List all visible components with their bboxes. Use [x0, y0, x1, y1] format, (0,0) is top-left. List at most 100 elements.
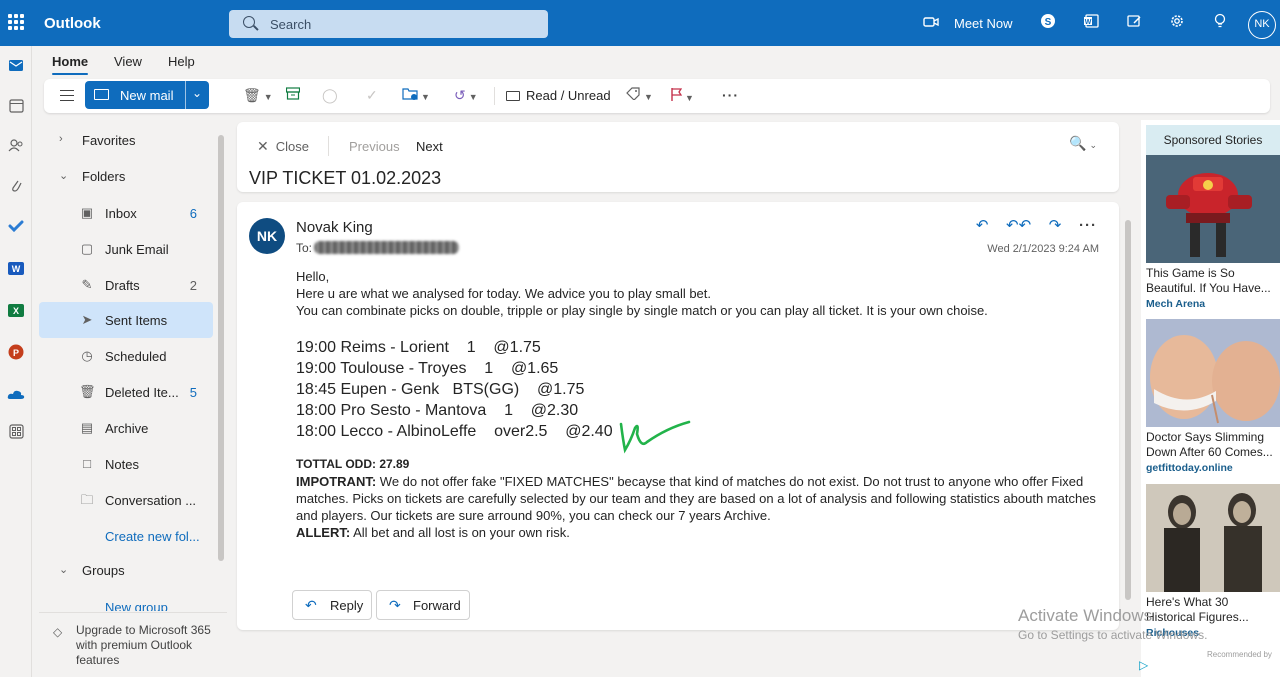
- favorites-label: Favorites: [82, 133, 136, 148]
- move-to-folder-icon[interactable]: ▼: [402, 87, 430, 105]
- watermark-line1: Activate Windows: [1018, 606, 1153, 625]
- forward-button[interactable]: ↷ Forward: [376, 590, 470, 620]
- word-icon[interactable]: W: [1081, 13, 1101, 33]
- next-button[interactable]: Next: [416, 139, 443, 154]
- more-options-icon[interactable]: ···: [1079, 217, 1097, 234]
- skype-icon[interactable]: S: [1038, 13, 1058, 33]
- mail-icon[interactable]: [6, 58, 26, 78]
- allert-paragraph: ALLERT: All bet and all lost is on your …: [296, 524, 1096, 541]
- folder-label: Sent Items: [105, 313, 168, 328]
- folder-junk-email[interactable]: ▢ Junk Email: [39, 231, 213, 267]
- ad-item[interactable]: This Game is So Beautiful. If You Have..…: [1146, 155, 1280, 310]
- folder-sent-items[interactable]: ➤ Sent Items: [39, 302, 213, 338]
- folder-archive[interactable]: ▤ Archive: [39, 410, 213, 446]
- user-avatar[interactable]: NK: [1248, 11, 1276, 39]
- todo-check-icon[interactable]: [6, 219, 26, 239]
- forward-icon[interactable]: ↷: [1049, 216, 1062, 234]
- notes-edit-icon[interactable]: [1124, 13, 1144, 33]
- sender-name[interactable]: Novak King: [296, 219, 373, 236]
- sender-avatar[interactable]: NK: [249, 218, 285, 254]
- gear-icon[interactable]: [1167, 13, 1187, 33]
- upgrade-banner[interactable]: ◇ Upgrade to Microsoft 365 with premium …: [39, 612, 227, 677]
- unread-count: 6: [189, 206, 197, 221]
- folder-notes[interactable]: □ Notes: [39, 446, 213, 482]
- new-group-link[interactable]: New group: [39, 589, 213, 611]
- new-mail-button[interactable]: New mail ⌄: [85, 81, 209, 109]
- shield-icon[interactable]: ◯: [322, 87, 338, 103]
- people-icon[interactable]: [6, 138, 26, 158]
- svg-text:P: P: [13, 348, 19, 358]
- app-title[interactable]: Outlook: [44, 15, 101, 32]
- word-app-icon[interactable]: W: [6, 260, 26, 280]
- forward-label: Forward: [413, 598, 461, 613]
- folder-label: Drafts: [105, 278, 140, 293]
- onedrive-icon[interactable]: [6, 386, 26, 406]
- adchoices-icon[interactable]: ▷: [1139, 658, 1148, 672]
- powerpoint-app-icon[interactable]: P: [6, 344, 26, 364]
- chevron-right-icon: ›: [59, 133, 63, 145]
- sponsored-stories-pane: Sponsored Stories This Game is So Beauti…: [1141, 120, 1280, 677]
- search-box[interactable]: Search: [229, 10, 548, 38]
- delete-icon[interactable]: 🗑 ▼: [243, 87, 273, 105]
- junk-icon: ▢: [80, 241, 94, 256]
- reply-button[interactable]: ↶ Reply: [292, 590, 372, 620]
- new-mail-label: New mail: [120, 88, 174, 103]
- tab-help[interactable]: Help: [168, 54, 195, 69]
- chevron-down-icon[interactable]: ⌄: [192, 86, 202, 100]
- body-line: Here u are what we analysed for today. W…: [296, 286, 712, 301]
- ad-image: [1146, 155, 1280, 263]
- favorites-section[interactable]: › Favorites: [39, 122, 213, 158]
- groups-section[interactable]: ⌄ Groups: [39, 552, 213, 588]
- tag-icon[interactable]: ▼: [626, 87, 653, 105]
- total-odd: TOTTAL ODD: 27.89: [296, 457, 410, 471]
- hamburger-menu-icon[interactable]: [60, 90, 74, 101]
- sweep-icon[interactable]: ✓: [366, 87, 378, 103]
- reply-all-icon[interactable]: ↶↶: [1006, 216, 1031, 234]
- lightbulb-icon[interactable]: [1210, 13, 1230, 33]
- archive-icon[interactable]: [285, 87, 301, 103]
- upgrade-text: Upgrade to Microsoft 365 with premium Ou…: [76, 623, 211, 667]
- create-folder-label: Create new fol...: [105, 529, 200, 544]
- more-options-icon[interactable]: ···: [722, 87, 739, 103]
- meet-now-button[interactable]: Meet Now: [954, 16, 1013, 31]
- paperclip-icon[interactable]: [6, 178, 26, 198]
- flag-icon[interactable]: ▼: [670, 87, 694, 106]
- reply-all-icon[interactable]: ↺ ▼: [454, 87, 478, 105]
- split-divider: [185, 81, 186, 109]
- recommended-by: Recommended by: [1207, 650, 1272, 659]
- svg-text:X: X: [13, 306, 19, 316]
- calendar-icon[interactable]: [6, 98, 26, 118]
- folder-drafts[interactable]: ✎ Drafts 2: [39, 267, 213, 303]
- important-text: We do not offer fake "FIXED MATCHES" bec…: [296, 474, 1096, 523]
- read-unread-button[interactable]: Read / Unread: [506, 88, 611, 103]
- video-camera-icon[interactable]: [921, 13, 941, 33]
- tab-home[interactable]: Home: [52, 54, 89, 75]
- pencil-icon: ✎: [81, 277, 93, 292]
- folder-deleted-items[interactable]: 🗑 Deleted Ite... 5: [39, 374, 213, 410]
- previous-button[interactable]: Previous: [349, 139, 400, 154]
- reply-icon[interactable]: ↶: [976, 216, 989, 234]
- folder-scheduled[interactable]: ◷ Scheduled: [39, 338, 213, 374]
- trash-icon: 🗑: [79, 384, 96, 399]
- folder-inbox[interactable]: ▣ Inbox 6: [39, 195, 213, 231]
- new-group-label: New group: [105, 600, 168, 611]
- folder-conversation-history[interactable]: 🗀 Conversation ...: [39, 482, 213, 518]
- pick-row: 18:45 Eupen - Genk BTS(GG) @1.75: [296, 381, 585, 398]
- folder-pane-scrollbar[interactable]: [218, 135, 224, 561]
- folder-label: Inbox: [105, 206, 137, 221]
- zoom-icon[interactable]: 🔍 ⌄: [1069, 135, 1097, 152]
- folders-section[interactable]: ⌄ Folders: [39, 158, 213, 194]
- tab-view[interactable]: View: [114, 54, 142, 69]
- message-card: NK Novak King To: ↶ ↶↶ ↷ ··· Wed 2/1/202…: [237, 202, 1119, 630]
- more-apps-icon[interactable]: [6, 424, 26, 444]
- ad-image: [1146, 484, 1280, 592]
- close-button[interactable]: ✕ Close: [257, 138, 309, 155]
- greeting: Hello,: [296, 269, 330, 284]
- create-new-folder-link[interactable]: Create new fol...: [39, 518, 213, 554]
- ad-item[interactable]: Doctor Says Slimming Down After 60 Comes…: [1146, 319, 1280, 474]
- app-launcher-icon[interactable]: [8, 14, 24, 30]
- draft-count: 2: [189, 278, 197, 293]
- excel-app-icon[interactable]: X: [6, 302, 26, 322]
- reading-pane-scrollbar[interactable]: [1125, 220, 1131, 600]
- message-date: Wed 2/1/2023 9:24 AM: [987, 243, 1099, 255]
